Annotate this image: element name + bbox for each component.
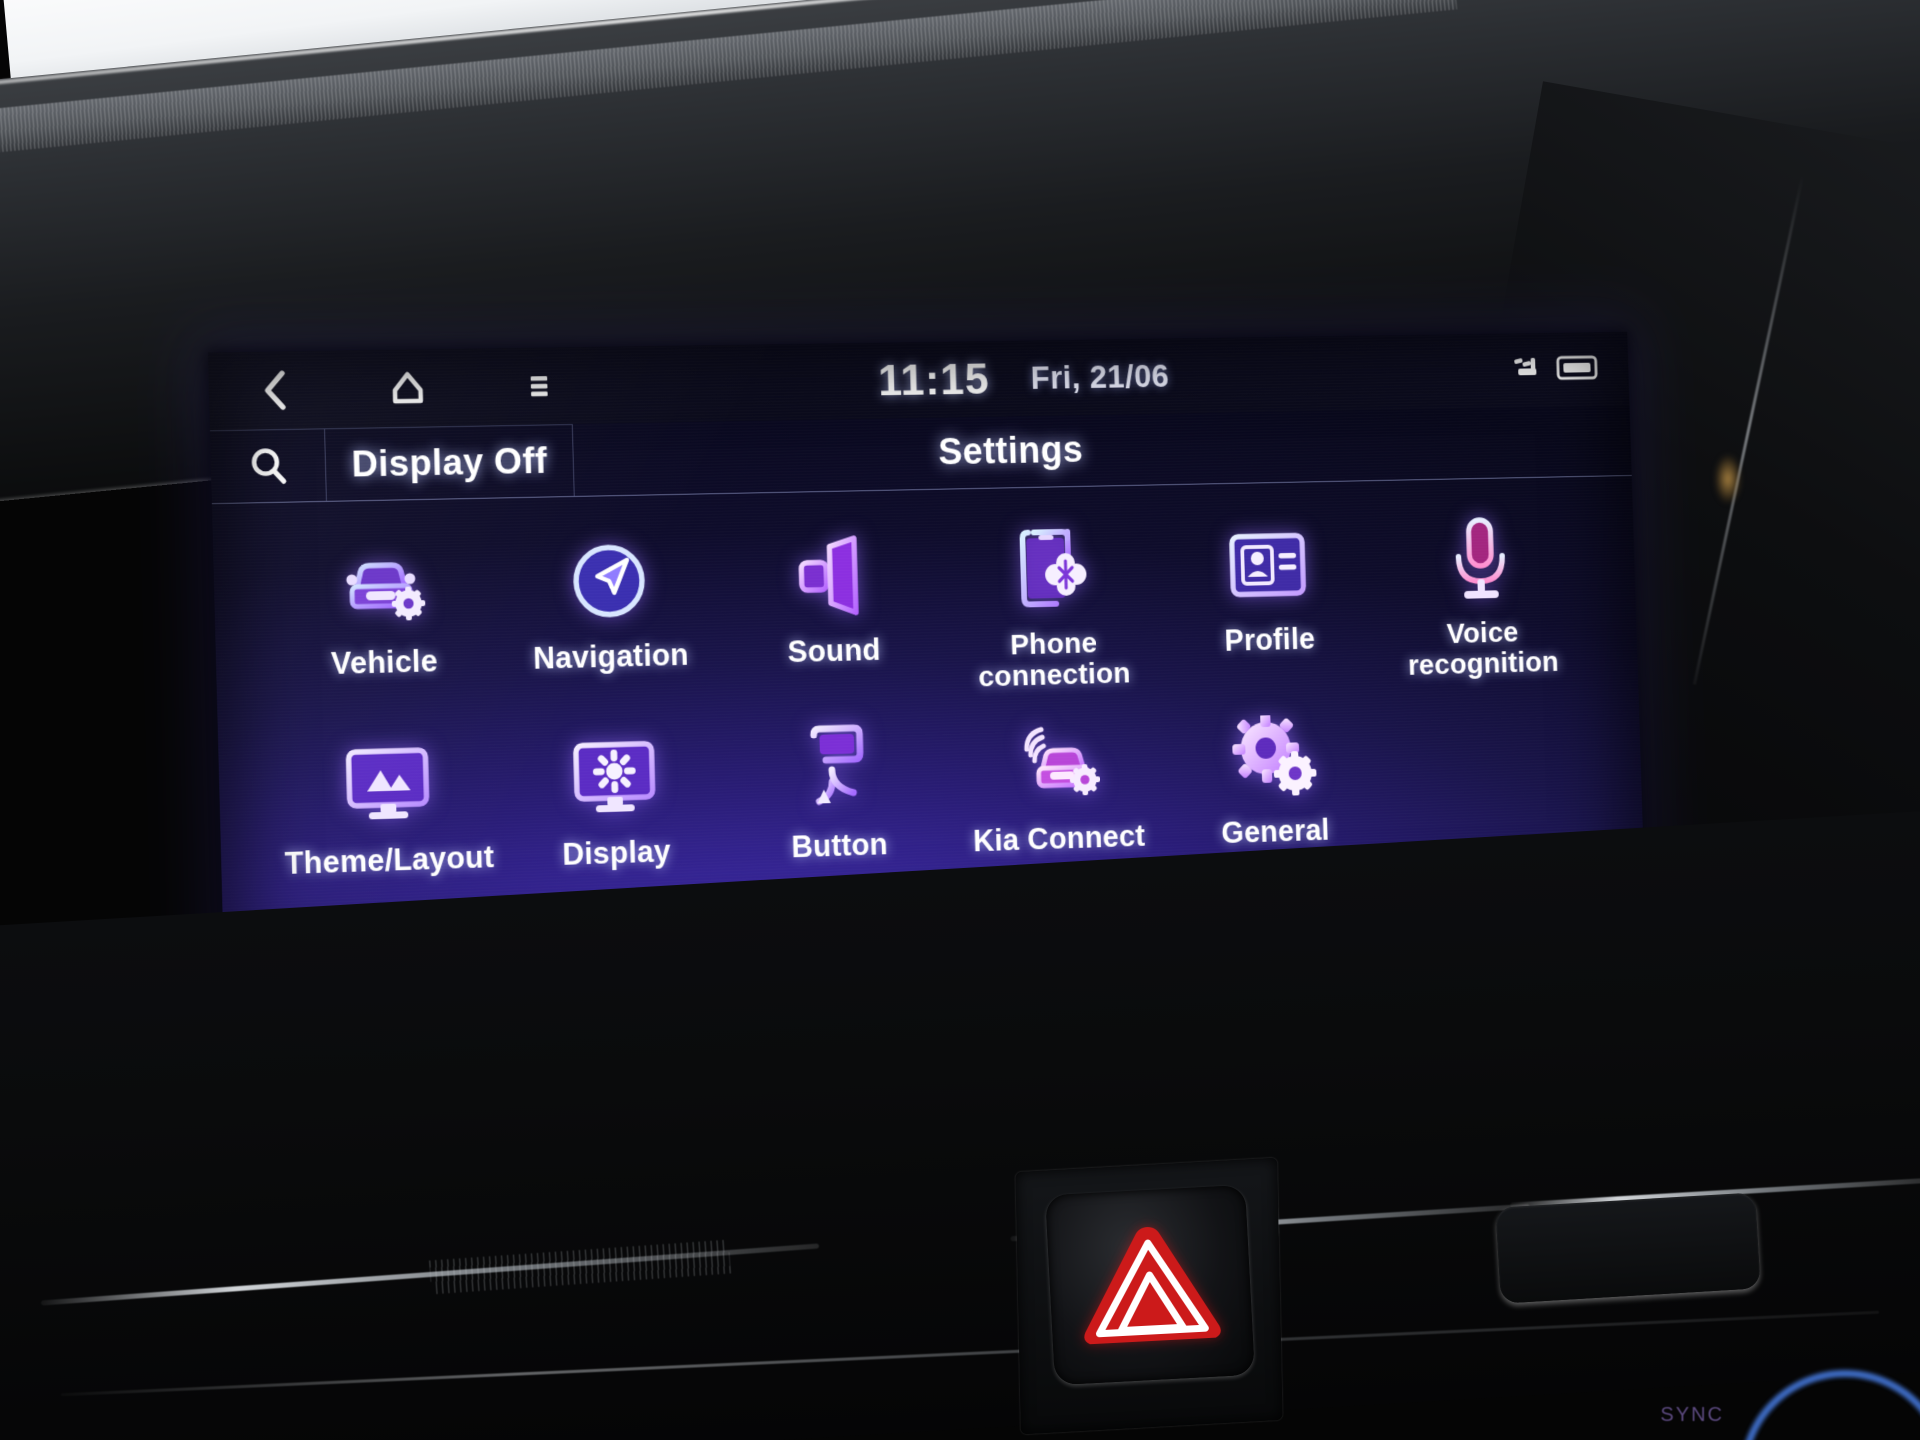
back-chevron-icon[interactable] xyxy=(252,367,299,414)
settings-item-button[interactable]: Button xyxy=(725,716,950,865)
settings-item-display[interactable]: Display xyxy=(500,723,729,873)
hazard-triangle-icon xyxy=(1072,1217,1228,1353)
page-title-text: Settings xyxy=(937,429,1084,474)
label-line-2: recognition xyxy=(1407,646,1560,682)
search-icon[interactable] xyxy=(209,428,327,504)
settings-item-voice-recognition[interactable]: Voice recognition xyxy=(1373,509,1589,683)
settings-grid: Vehicle Navigation Sound Phone connectio… xyxy=(212,476,1643,882)
settings-item-label: Button xyxy=(790,826,889,864)
settings-item-general[interactable]: General xyxy=(1164,704,1383,851)
settings-item-sound[interactable]: Sound xyxy=(720,523,946,701)
steering-button-icon xyxy=(788,722,888,819)
settings-item-label: Navigation xyxy=(532,637,690,676)
cellular-signal-icon xyxy=(1512,353,1549,387)
label-line-2: connection xyxy=(977,657,1131,694)
settings-row-1: Vehicle Navigation Sound Phone connectio… xyxy=(266,509,1589,713)
settings-item-label: Profile xyxy=(1224,621,1316,658)
connected-car-icon xyxy=(1008,716,1107,812)
id-card-person-icon xyxy=(1219,519,1316,614)
home-icon[interactable] xyxy=(384,365,430,411)
settings-item-label: Phone connection xyxy=(977,627,1131,694)
console-control-pad[interactable] xyxy=(1495,1192,1761,1304)
compass-needle-icon xyxy=(558,533,659,630)
microphone-icon xyxy=(1433,514,1529,608)
settings-item-vehicle[interactable]: Vehicle xyxy=(266,532,499,713)
settings-item-kia-connect[interactable]: Kia Connect xyxy=(946,710,1168,858)
monitor-image-icon xyxy=(336,735,439,833)
settings-item-label: Voice recognition xyxy=(1407,616,1560,682)
monitor-brightness-icon xyxy=(564,728,665,826)
settings-item-label: Sound xyxy=(787,632,882,670)
speaker-icon xyxy=(782,528,882,624)
phone-bluetooth-icon xyxy=(1002,523,1100,618)
settings-item-label: Kia Connect xyxy=(972,818,1146,858)
sync-label: SYNC xyxy=(1660,1404,1724,1426)
settings-item-label: Vehicle xyxy=(330,643,439,681)
hazard-warning-button[interactable] xyxy=(1045,1184,1255,1386)
date: Fri, 21/06 xyxy=(1030,357,1170,396)
settings-item-label: General xyxy=(1220,812,1331,850)
car-gear-icon xyxy=(331,537,434,635)
amber-reflection xyxy=(1715,455,1741,503)
settings-item-navigation[interactable]: Navigation xyxy=(495,527,725,707)
clock: 11:15 xyxy=(877,353,991,406)
lte-network-badge xyxy=(1556,353,1599,387)
settings-grid-empty-slot xyxy=(1379,698,1594,844)
car-interior-scene: 11:15 Fri, 21/06 Display Off Settings Ve… xyxy=(0,0,1920,1440)
settings-item-theme-layout[interactable]: Theme/Layout xyxy=(272,729,504,881)
gears-icon xyxy=(1225,710,1322,805)
settings-item-label: Theme/Layout xyxy=(284,839,495,881)
settings-item-phone-connection[interactable]: Phone connection xyxy=(941,518,1164,695)
settings-item-profile[interactable]: Profile xyxy=(1159,514,1379,689)
settings-item-label: Display xyxy=(561,833,672,872)
